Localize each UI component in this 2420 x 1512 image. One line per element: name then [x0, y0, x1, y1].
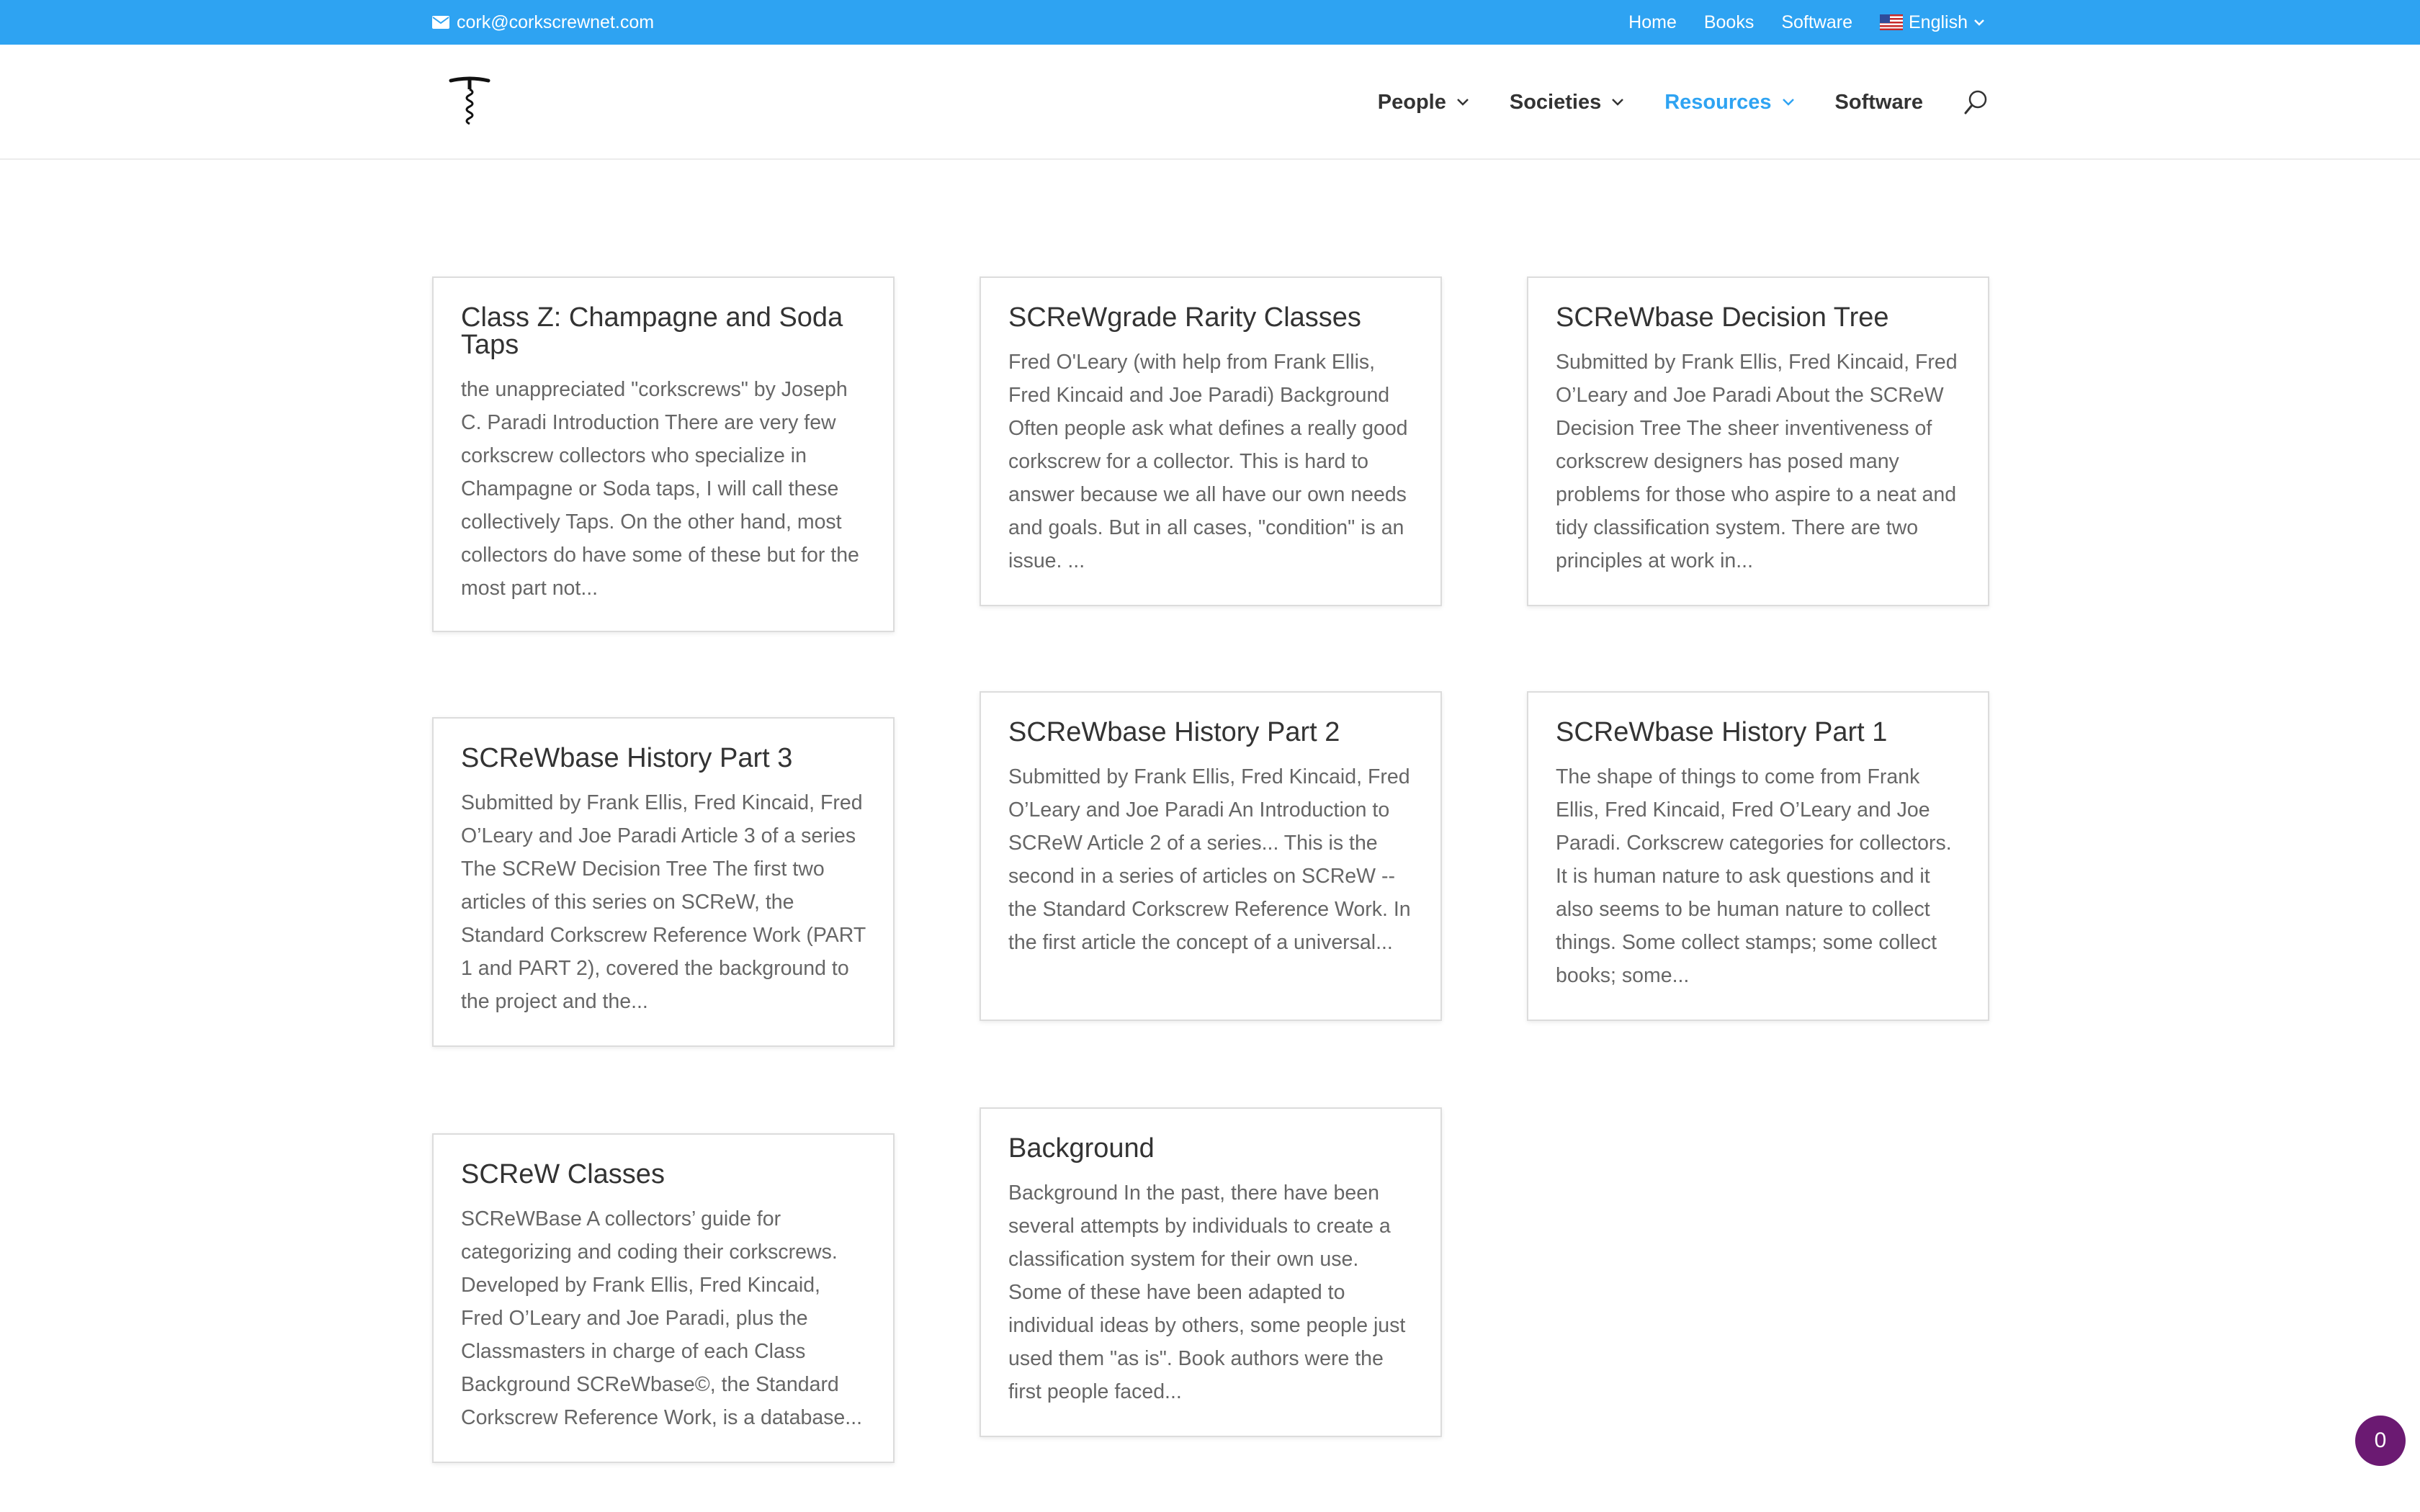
chevron-down-icon [1456, 99, 1469, 106]
post-title[interactable]: SCReWgrade Rarity Classes [1008, 304, 1413, 331]
language-switcher[interactable]: English [1880, 12, 1985, 33]
post-excerpt: Submitted by Frank Ellis, Fred Kincaid, … [1556, 351, 1958, 572]
post-card[interactable]: SCReWgrade Rarity Classes Fred O'Leary (… [980, 276, 1442, 606]
chevron-down-icon [1782, 99, 1794, 106]
chevron-down-icon [1974, 19, 1984, 26]
post-title[interactable]: SCReW Classes [461, 1161, 866, 1188]
nav-item-label: Software [1834, 90, 1923, 114]
post-excerpt: Background In the past, there have been … [1008, 1182, 1406, 1403]
topnav-books-link[interactable]: Books [1704, 12, 1754, 33]
post-title[interactable]: SCReWbase History Part 2 [1008, 719, 1413, 746]
post-title[interactable]: Background [1008, 1135, 1413, 1162]
post-excerpt: Submitted by Frank Ellis, Fred Kincaid, … [461, 791, 866, 1013]
contact-email-text[interactable]: cork@corkscrewnet.com [457, 12, 654, 33]
post-card[interactable]: SCReWbase History Part 1 The shape of th… [1527, 691, 1989, 1021]
corkscrew-logo[interactable] [448, 75, 491, 130]
post-title[interactable]: SCReWbase Decision Tree [1556, 304, 1960, 331]
nav-item-label: Resources [1664, 90, 1772, 114]
post-title[interactable]: SCReWbase History Part 3 [461, 744, 866, 772]
contact-email[interactable]: cork@corkscrewnet.com [432, 0, 654, 45]
language-label: English [1909, 12, 1968, 32]
post-card[interactable]: Class Z: Champagne and Soda Taps the una… [432, 276, 895, 632]
nav-item-resources[interactable]: Resources [1664, 91, 1794, 114]
cart-count-badge[interactable]: 0 [2355, 1416, 2406, 1466]
post-card[interactable]: SCReWbase History Part 2 Submitted by Fr… [980, 691, 1442, 1021]
post-excerpt: the unappreciated "corkscrews" by Joseph… [461, 378, 859, 600]
nav-item-software[interactable]: Software [1835, 91, 1923, 114]
nav-item-people[interactable]: People [1378, 91, 1469, 114]
post-excerpt: The shape of things to come from Frank E… [1556, 765, 1952, 987]
cart-count: 0 [2374, 1428, 2387, 1452]
post-card[interactable]: SCReWbase Decision Tree Submitted by Fra… [1527, 276, 1989, 606]
post-title[interactable]: Class Z: Champagne and Soda Taps [461, 304, 866, 359]
nav-item-societies[interactable]: Societies [1510, 91, 1624, 114]
us-flag-icon [1880, 14, 1903, 30]
post-card[interactable]: SCReWbase History Part 3 Submitted by Fr… [432, 717, 895, 1047]
chevron-down-icon [1612, 99, 1624, 106]
search-icon[interactable] [1963, 89, 1988, 115]
nav-item-label: Societies [1509, 90, 1602, 114]
post-title[interactable]: SCReWbase History Part 1 [1556, 719, 1960, 746]
nav-item-label: People [1377, 90, 1446, 114]
post-excerpt: SCReWBase A collectors’ guide for catego… [461, 1207, 863, 1429]
post-card[interactable]: SCReW Classes SCReWBase A collectors’ gu… [432, 1133, 895, 1463]
top-bar: cork@corkscrewnet.com Home Books Softwar… [0, 0, 2420, 45]
secondary-nav: Home Books Software English [1601, 0, 1985, 45]
post-excerpt: Submitted by Frank Ellis, Fred Kincaid, … [1008, 765, 1411, 954]
post-card[interactable]: Background Background In the past, there… [980, 1107, 1442, 1437]
main-nav: People Societies Resources Software [1337, 45, 1988, 160]
post-excerpt: Fred O'Leary (with help from Frank Ellis… [1008, 351, 1408, 572]
main-header: People Societies Resources Software [0, 45, 2420, 160]
topnav-home-link[interactable]: Home [1628, 12, 1677, 33]
topnav-software-link[interactable]: Software [1781, 12, 1852, 33]
mail-icon [432, 16, 449, 29]
